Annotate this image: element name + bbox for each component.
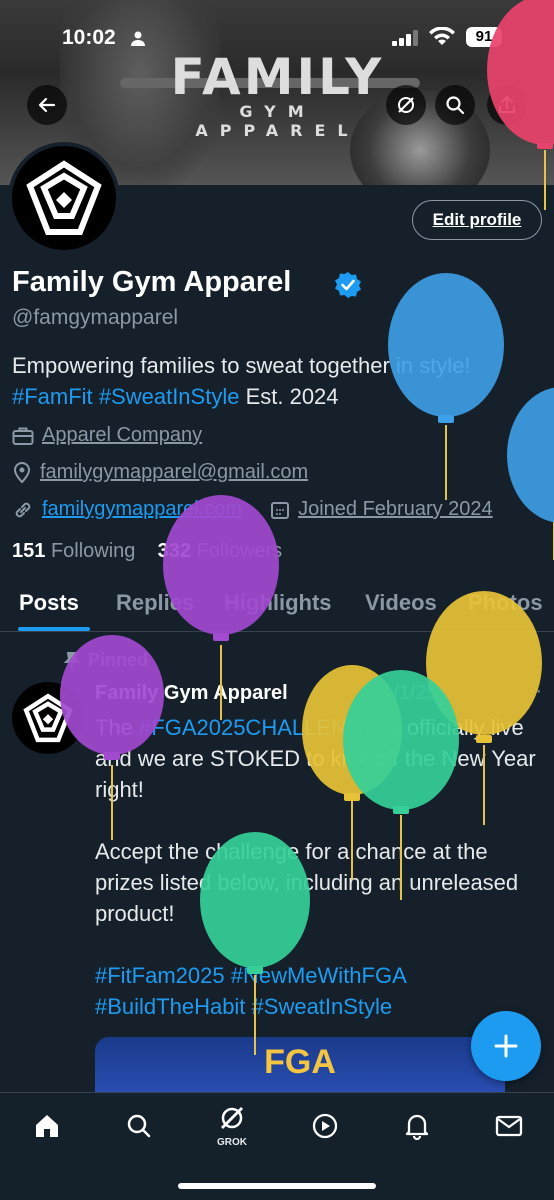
post-more-icon[interactable]: ···	[522, 680, 542, 703]
following-link[interactable]: 151 Following	[12, 540, 135, 562]
following-label: Following	[50, 540, 136, 562]
profile-bio: Empowering families to sweat together in…	[12, 350, 542, 412]
pin-icon	[64, 651, 80, 669]
post-header: Family Gym Apparel 1/1/25	[95, 682, 438, 705]
profile-avatar[interactable]	[8, 142, 120, 254]
pinned-text: Pinned	[88, 650, 149, 670]
bio-est-text: Est. 2024	[245, 384, 339, 409]
battery-indicator: 91	[466, 27, 502, 47]
compose-post-button[interactable]	[471, 1011, 541, 1081]
profile-location: familygymapparel@gmail.com	[12, 461, 308, 484]
person-icon	[131, 31, 145, 46]
followers-link[interactable]: 332 Followers	[158, 540, 283, 562]
tab-notifications[interactable]	[402, 1111, 432, 1141]
location-pin-icon	[13, 461, 31, 483]
status-time: 10:02	[62, 26, 116, 49]
followers-label: Followers	[196, 540, 283, 562]
verified-badge-icon[interactable]	[334, 271, 362, 299]
pinned-label: Pinned	[64, 650, 148, 671]
search-icon	[127, 1114, 151, 1138]
tab-video[interactable]	[310, 1111, 340, 1141]
back-button[interactable]	[27, 85, 67, 125]
banner-brand-subtitle: GYM APPAREL	[195, 102, 360, 140]
tab-home[interactable]	[32, 1111, 62, 1141]
tab-messages[interactable]	[494, 1111, 524, 1141]
post-hashtags-line2[interactable]: #BuildTheHabit #SweatInStyle	[95, 994, 392, 1019]
tab-search[interactable]	[124, 1111, 154, 1141]
post-text: The #FGA2025CHALLENGE is officially live…	[95, 712, 545, 1022]
grok-tab-label: GROK	[217, 1137, 247, 1148]
bio-hashtag-sweatinstyle[interactable]: #SweatInStyle	[99, 384, 240, 409]
followers-count: 332	[157, 540, 192, 562]
arrow-left-icon	[38, 97, 56, 113]
bio-hashtag-famfit[interactable]: #FamFit	[12, 384, 93, 409]
plus-icon	[494, 1034, 518, 1058]
profile-tabs: Posts Replies Highlights Videos Photos	[0, 580, 554, 632]
balloon-blue-icon	[507, 387, 554, 560]
grok-analyze-button[interactable]	[386, 85, 426, 125]
wifi-icon	[429, 27, 455, 45]
play-circle-icon	[312, 1113, 338, 1139]
post-text-paragraph2: Accept the challenge for a chance at the…	[95, 839, 519, 926]
profile-handle: @famgymapparel	[12, 306, 179, 329]
following-count: 151	[12, 540, 46, 562]
grok-icon	[398, 97, 414, 113]
email-label: familygymapparel@gmail.com	[40, 461, 309, 483]
edit-profile-button[interactable]: Edit profile	[412, 200, 542, 240]
fga-logo-icon	[23, 693, 73, 743]
mail-icon	[495, 1115, 523, 1137]
tab-highlights[interactable]: Highlights	[224, 590, 332, 616]
bell-icon	[405, 1114, 429, 1140]
profile-category[interactable]: Apparel Company	[12, 424, 202, 447]
share-button[interactable]	[487, 85, 527, 125]
profile-website-joined-row: familygymapparel.com Joined February 202…	[12, 498, 493, 521]
category-label[interactable]: Apparel Company	[42, 424, 202, 447]
post-author-name[interactable]: Family Gym Apparel	[95, 682, 288, 704]
status-bar: 10:02 91	[0, 0, 554, 75]
post-hashtag-challenge[interactable]: #FGA2025CHALLENGE	[139, 715, 379, 740]
search-button[interactable]	[435, 85, 475, 125]
post-text-intro: The	[95, 715, 140, 740]
share-icon	[499, 96, 515, 113]
post-date[interactable]: 1/1/25	[382, 682, 438, 704]
post-author-avatar[interactable]	[12, 682, 84, 754]
post-hashtags-line1[interactable]: #FitFam2025 #NewMeWithFGA	[95, 963, 407, 988]
website-link[interactable]: familygymapparel.com	[42, 498, 242, 521]
briefcase-icon	[12, 427, 34, 445]
tab-photos[interactable]: Photos	[468, 590, 543, 616]
link-icon	[15, 502, 31, 517]
fga-logo-icon	[26, 160, 102, 235]
post-image-title: FGA	[264, 1043, 336, 1081]
search-icon	[446, 96, 465, 115]
bio-text: Empowering families to sweat together in…	[12, 353, 471, 378]
home-icon	[36, 1115, 58, 1137]
home-indicator[interactable]	[178, 1183, 376, 1189]
calendar-icon	[271, 501, 290, 519]
tab-grok[interactable]	[217, 1103, 247, 1133]
joined-date: Joined February 2024	[298, 498, 493, 520]
signal-icon	[392, 30, 418, 46]
grok-icon	[221, 1107, 243, 1129]
active-tab-indicator	[18, 627, 90, 631]
post-image[interactable]: FGA	[95, 1037, 505, 1097]
tab-posts[interactable]: Posts	[19, 590, 79, 616]
profile-name: Family Gym Apparel	[12, 266, 292, 298]
tab-videos[interactable]: Videos	[365, 590, 437, 616]
tab-replies[interactable]: Replies	[116, 590, 194, 616]
follow-stats: 151 Following 332 Followers	[12, 540, 282, 563]
